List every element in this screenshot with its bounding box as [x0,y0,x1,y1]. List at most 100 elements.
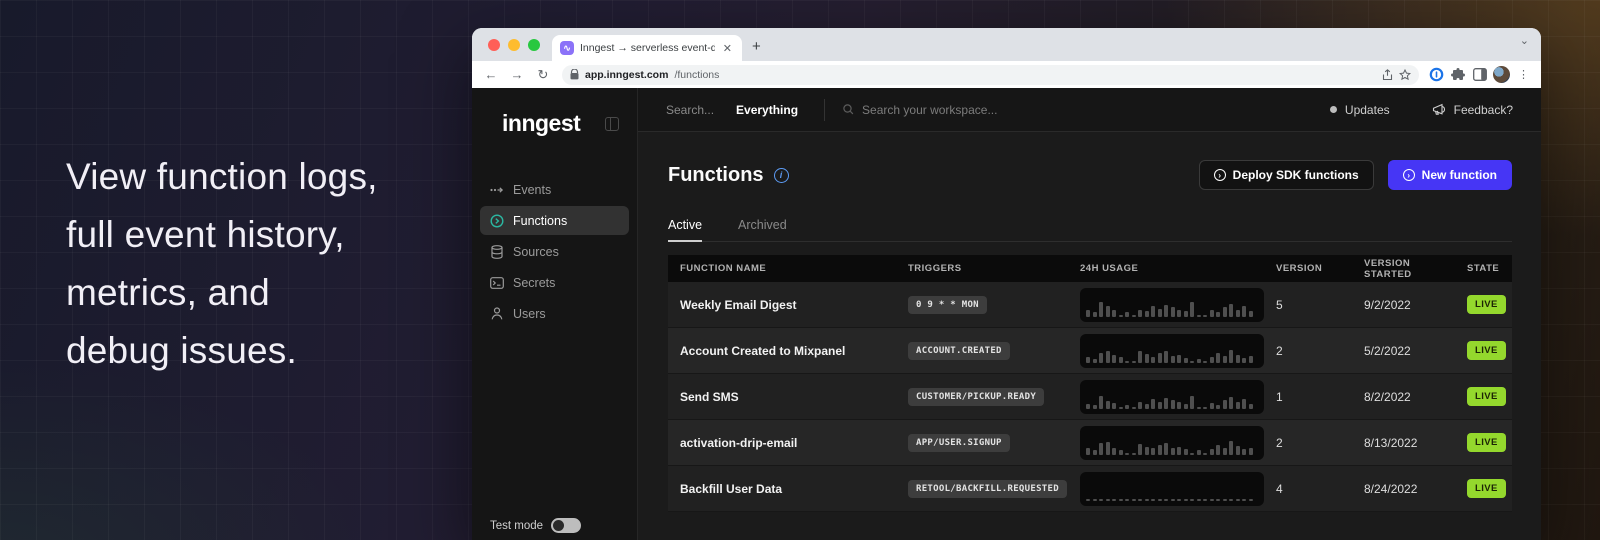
maximize-window-button[interactable] [528,39,540,51]
tab-close-icon[interactable]: ✕ [721,42,734,55]
col-version-started: VERSION STARTED [1352,258,1455,280]
version-started-value: 8/2/2022 [1352,390,1455,404]
col-state: STATE [1455,263,1512,274]
close-window-button[interactable] [488,39,500,51]
function-name: Weekly Email Digest [668,298,896,312]
hero-line: View function logs, [66,148,486,206]
hero-line: full event history, [66,206,486,264]
col-function-name: FUNCTION NAME [668,263,896,274]
version-started-value: 8/13/2022 [1352,436,1455,450]
inngest-app: inngest Events Functions [472,88,1541,540]
table-row[interactable]: Account Created to Mixpanel ACCOUNT.CREA… [668,328,1512,374]
state-badge: LIVE [1467,295,1506,314]
test-mode-toggle[interactable] [551,518,581,533]
sidebar-collapse-icon[interactable] [605,117,619,131]
browser-menu-icon[interactable]: ⋮ [1514,68,1533,81]
sidebar-item-events[interactable]: Events [480,175,629,204]
megaphone-icon [1432,103,1446,116]
extensions-puzzle-icon[interactable] [1449,68,1467,82]
terminal-icon [490,277,504,289]
state-badge: LIVE [1467,479,1506,498]
back-icon[interactable]: ← [480,67,502,82]
col-24h-usage: 24H USAGE [1068,263,1264,274]
tab-title: Inngest → serverless event-dri [580,42,715,54]
sidebar-item-secrets[interactable]: Secrets [480,268,629,297]
sidebar-item-functions[interactable]: Functions [480,206,629,235]
password-extension-icon[interactable] [1427,67,1445,82]
tab-active[interactable]: Active [668,218,702,241]
browser-tab[interactable]: ∿ Inngest → serverless event-dri ✕ [552,35,742,61]
function-tabs: Active Archived [668,218,1512,242]
table-header-row: FUNCTION NAME TRIGGERS 24H USAGE VERSION… [668,255,1512,282]
sidebar-item-label: Secrets [513,276,555,290]
function-name: Send SMS [668,390,896,404]
state-badge: LIVE [1467,433,1506,452]
info-icon[interactable]: i [774,168,789,183]
state-badge: LIVE [1467,341,1506,360]
search-scope-selector[interactable]: Everything [736,103,798,117]
tab-archived[interactable]: Archived [738,218,787,241]
deploy-icon: › [1214,169,1226,181]
tab-strip-chevron-icon[interactable]: ⌄ [1520,34,1529,47]
address-bar[interactable]: app.inngest.com/functions [562,65,1419,85]
deploy-sdk-functions-button[interactable]: › Deploy SDK functions [1199,160,1374,190]
version-started-value: 5/2/2022 [1352,344,1455,358]
trigger-badge: ACCOUNT.CREATED [908,342,1010,360]
inngest-favicon-icon: ∿ [560,41,574,55]
feedback-link[interactable]: Feedback? [1454,103,1513,117]
share-icon[interactable] [1382,69,1393,81]
usage-sparkline [1080,334,1264,368]
col-version: VERSION [1264,263,1352,274]
sidebar-item-label: Functions [513,214,567,228]
sidebar: inngest Events Functions [472,88,638,540]
trigger-badge: 0 9 * * MON [908,296,987,314]
trigger-badge: APP/USER.SIGNUP [908,434,1010,452]
minimize-window-button[interactable] [508,39,520,51]
version-value: 2 [1264,436,1352,450]
side-panel-icon[interactable] [1471,68,1489,81]
table-row[interactable]: Send SMS CUSTOMER/PICKUP.READY 1 8/2/202… [668,374,1512,420]
forward-icon[interactable]: → [506,67,528,82]
updates-link[interactable]: Updates [1345,103,1390,117]
function-name: activation-drip-email [668,436,896,450]
user-icon [490,307,504,320]
sidebar-item-users[interactable]: Users [480,299,629,328]
events-icon [490,186,504,194]
reload-icon[interactable]: ↻ [532,67,554,83]
workspace-search-placeholder: Search your workspace... [862,103,997,117]
trigger-badge: RETOOL/BACKFILL.REQUESTED [908,480,1067,498]
sidebar-item-sources[interactable]: Sources [480,237,629,266]
trigger-badge: CUSTOMER/PICKUP.READY [908,388,1044,406]
function-name: Account Created to Mixpanel [668,344,896,358]
hero-text: View function logs, full event history, … [66,148,486,380]
version-started-value: 8/24/2022 [1352,482,1455,496]
profile-avatar[interactable] [1493,66,1510,83]
browser-toolbar: ← → ↻ app.inngest.com/functions ⋮ [472,61,1541,88]
inngest-logo[interactable]: inngest [502,110,580,137]
new-tab-button[interactable]: + [742,38,771,61]
bookmark-star-icon[interactable] [1399,69,1411,81]
function-name: Backfill User Data [668,482,896,496]
functions-table: FUNCTION NAME TRIGGERS 24H USAGE VERSION… [668,255,1512,512]
functions-icon [490,214,504,228]
sidebar-item-label: Sources [513,245,559,259]
usage-sparkline [1080,380,1264,414]
new-function-button[interactable]: › New function [1388,160,1512,190]
window-controls [472,39,552,61]
url-path: /functions [674,69,719,81]
sidebar-item-label: Users [513,307,546,321]
col-triggers: TRIGGERS [896,263,1068,274]
page-title: Functions [668,164,764,187]
table-row[interactable]: activation-drip-email APP/USER.SIGNUP 2 … [668,420,1512,466]
table-row[interactable]: Weekly Email Digest 0 9 * * MON 5 9/2/20… [668,282,1512,328]
browser-window: ∿ Inngest → serverless event-dri ✕ + ⌄ ←… [472,28,1541,540]
test-mode-label: Test mode [490,520,543,532]
search-label[interactable]: Search... [666,103,714,117]
tab-strip: ∿ Inngest → serverless event-dri ✕ + ⌄ [472,28,1541,61]
workspace-search-input[interactable]: Search your workspace... [843,103,1330,117]
app-topbar: Search... Everything Search your workspa… [638,88,1541,132]
lock-icon[interactable] [570,69,579,80]
hero-line: debug issues. [66,322,486,380]
table-row[interactable]: Backfill User Data RETOOL/BACKFILL.REQUE… [668,466,1512,512]
sidebar-nav: Events Functions Sources [472,155,637,328]
